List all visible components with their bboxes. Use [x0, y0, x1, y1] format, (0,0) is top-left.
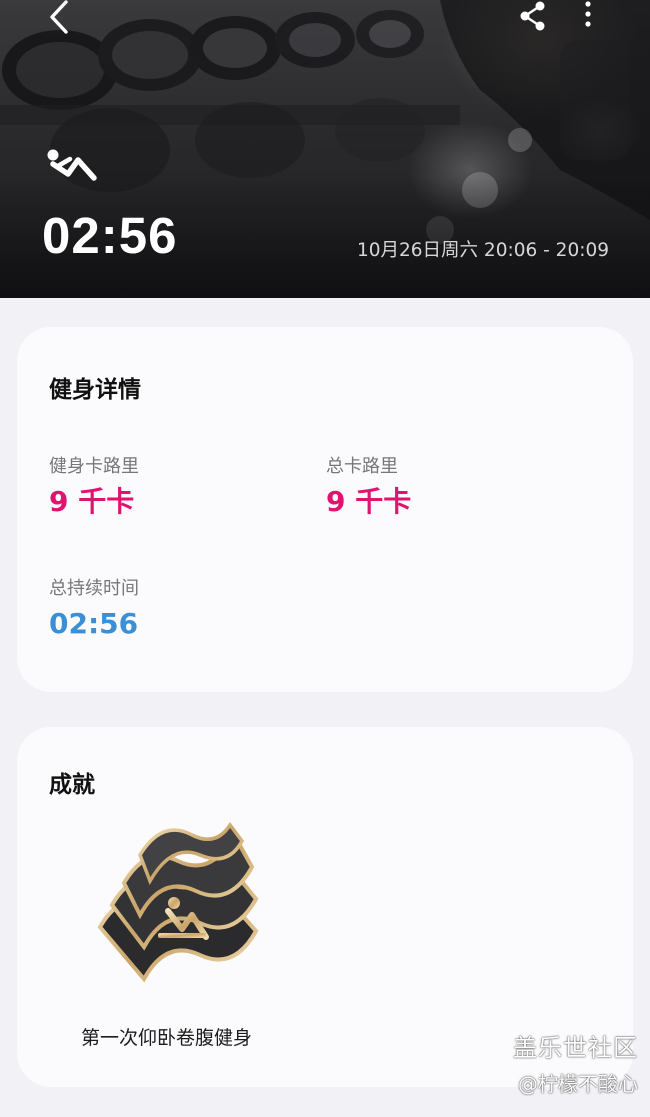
workout-details-card: 健身详情 健身卡路里 9 千卡 总卡路里 9 千卡 总持续时间 02:56 [17, 327, 633, 692]
watermark-username: @柠檬不酸心 [518, 1072, 638, 1096]
more-vertical-icon[interactable] [580, 0, 596, 32]
total-duration-value: 02:56 [49, 607, 139, 640]
workout-duration-display: 02:56 [42, 207, 178, 264]
chevron-left-icon[interactable] [44, 0, 74, 34]
sit-up-icon [47, 149, 97, 181]
total-duration-label: 总持续时间 [49, 578, 139, 599]
details-card-title: 健身详情 [49, 377, 141, 403]
workout-calories-value: 9 千卡 [49, 485, 135, 518]
achievements-card-title: 成就 [49, 772, 95, 798]
workout-calories-label: 健身卡路里 [49, 456, 139, 477]
workout-date-range: 10月26日周六 20:06 - 20:09 [356, 240, 609, 261]
badge-label: 第一次仰卧卷腹健身 [81, 1027, 253, 1049]
workout-hero-banner: 02:56 10月26日周六 20:06 - 20:09 [0, 0, 650, 298]
total-calories-value: 9 千卡 [326, 485, 412, 518]
total-calories-label: 总卡路里 [326, 456, 398, 477]
sit-up-badge-icon[interactable] [92, 819, 264, 1015]
watermark-community: 盖乐世社区 [513, 1034, 638, 1062]
share-icon[interactable] [518, 0, 548, 32]
